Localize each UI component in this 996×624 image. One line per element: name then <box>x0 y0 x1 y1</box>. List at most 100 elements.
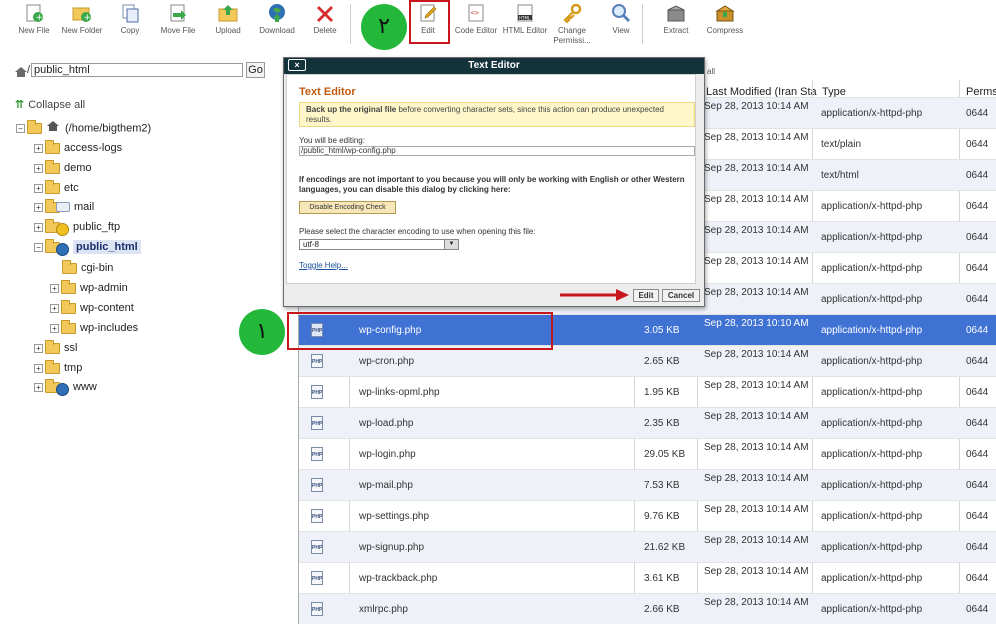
delete-icon <box>315 3 335 23</box>
expand-toggle-icon[interactable]: + <box>34 143 43 153</box>
tree-item-access-logs[interactable]: + access-logs <box>34 139 122 156</box>
size-cell: 21.62 KB <box>644 542 686 553</box>
type-cell: application/x-httpd-php <box>821 449 923 460</box>
new-folder-icon: + <box>72 3 92 23</box>
backup-warning: Back up the original file before convert… <box>299 102 695 127</box>
expand-toggle-icon[interactable]: + <box>34 363 43 373</box>
name-cell[interactable]: wp-settings.php <box>359 511 429 523</box>
tree-item-label: demo <box>64 162 92 174</box>
encoding-select[interactable]: utf-8 ▼ <box>299 239 459 250</box>
home-icon[interactable] <box>14 65 28 77</box>
php-file-icon: PHP <box>311 447 323 461</box>
name-cell[interactable]: wp-signup.php <box>359 542 424 554</box>
tree-item-cgi-bin[interactable]: cgi-bin <box>62 259 114 276</box>
cancel-button[interactable]: Cancel <box>662 289 700 302</box>
type-cell: application/x-httpd-php <box>821 201 923 212</box>
copy-icon <box>120 3 140 23</box>
code-editor-button[interactable]: <> Code Editor <box>448 3 504 36</box>
modified-cell: Sep 28, 2013 10:14 AM <box>704 225 809 236</box>
perms-cell: 0644 <box>966 511 989 522</box>
modified-cell: Sep 28, 2013 10:14 AM <box>704 473 809 484</box>
modified-cell: Sep 28, 2013 10:14 AM <box>704 194 809 205</box>
red-arrow-icon <box>560 288 630 302</box>
expand-toggle-icon[interactable]: + <box>34 202 43 212</box>
tree-item-wp-content[interactable]: + wp-content <box>50 299 134 316</box>
upload-button[interactable]: Upload <box>200 3 256 36</box>
tree-item-mail[interactable]: + mail <box>34 198 94 215</box>
tree-item-tmp[interactable]: + tmp <box>34 359 82 376</box>
html-editor-label: HTML Editor <box>502 26 548 35</box>
name-cell[interactable]: wp-links-opml.php <box>359 387 440 399</box>
table-row[interactable]: PHP wp-mail.php 7.53 KB Sep 28, 2013 10:14 … <box>299 469 996 500</box>
extract-button[interactable]: Extract <box>648 3 704 36</box>
ftp-badge-icon <box>56 222 69 236</box>
collapse-all-link[interactable]: ⇈ Collapse all <box>15 98 85 111</box>
collapse-toggle-icon[interactable]: − <box>16 124 25 133</box>
change-permissions-button[interactable]: Change Permissi... <box>544 3 600 46</box>
compress-button[interactable]: Compress <box>697 3 753 36</box>
tree-item-www[interactable]: + www <box>34 378 97 396</box>
directory-tree: ⇈ Collapse all − (/home/bigthem2) + access-… <box>0 88 296 624</box>
tree-item-public-html[interactable]: − public_html <box>34 238 141 256</box>
table-row[interactable]: PHP wp-signup.php 21.62 KB Sep 28, 2013 10:… <box>299 531 996 562</box>
expand-toggle-icon[interactable]: + <box>50 283 59 293</box>
dialog-body: Text Editor Back up the original file be… <box>286 74 696 284</box>
name-cell[interactable]: wp-mail.php <box>359 480 413 492</box>
move-file-icon <box>168 3 188 23</box>
size-cell: 1.95 KB <box>644 387 680 398</box>
expand-toggle-icon[interactable]: + <box>50 303 59 313</box>
dialog-heading: Text Editor <box>299 86 356 98</box>
table-row[interactable]: PHP wp-links-opml.php 1.95 KB Sep 28, 2013 … <box>299 376 996 407</box>
table-row[interactable]: PHP wp-settings.php 9.76 KB Sep 28, 2013 10… <box>299 500 996 531</box>
name-cell[interactable]: xmlrpc.php <box>359 604 408 616</box>
close-icon[interactable]: × <box>288 59 306 71</box>
table-row[interactable]: PHP wp-trackback.php 3.61 KB Sep 28, 2013 1… <box>299 562 996 593</box>
size-cell: 29.05 KB <box>644 449 686 460</box>
type-cell: application/x-httpd-php <box>821 263 923 274</box>
expand-toggle-icon[interactable]: + <box>34 163 43 173</box>
disable-encoding-check-button[interactable]: Disable Encoding Check <box>299 201 396 214</box>
type-cell: application/x-httpd-php <box>821 604 923 615</box>
tree-root-label: (/home/bigthem2) <box>65 122 152 135</box>
name-cell[interactable]: wp-login.php <box>359 449 416 461</box>
name-cell[interactable]: wp-load.php <box>359 418 413 430</box>
name-cell[interactable]: wp-trackback.php <box>359 573 437 585</box>
expand-toggle-icon[interactable]: + <box>34 222 43 232</box>
expand-toggle-icon[interactable]: + <box>34 382 43 392</box>
name-cell[interactable]: wp-cron.php <box>359 356 414 368</box>
path-input[interactable]: public_html <box>31 63 243 77</box>
folder-icon <box>61 279 76 294</box>
move-file-button[interactable]: Move File <box>150 3 206 36</box>
expand-toggle-icon[interactable]: + <box>34 343 43 353</box>
go-button[interactable]: Go <box>246 62 265 78</box>
table-row[interactable]: PHP wp-login.php 29.05 KB Sep 28, 2013 10:1… <box>299 438 996 469</box>
editing-label: You will be editing: <box>299 136 365 145</box>
delete-button[interactable]: Delete <box>297 3 353 36</box>
tree-item-label: cgi-bin <box>81 262 114 274</box>
extract-icon <box>666 3 686 23</box>
toggle-help-link[interactable]: Toggle Help... <box>299 261 348 270</box>
tree-item-wp-includes[interactable]: + wp-includes <box>50 319 138 336</box>
expand-toggle-icon[interactable]: + <box>34 183 43 193</box>
modified-cell: Sep 28, 2013 10:14 AM <box>704 535 809 546</box>
tree-item-etc[interactable]: + etc <box>34 179 79 196</box>
tree-item-ssl[interactable]: + ssl <box>34 339 77 356</box>
row-highlight-box <box>287 312 553 350</box>
view-button[interactable]: View <box>593 3 649 36</box>
tree-item-label-selected: public_html <box>73 240 141 254</box>
tree-item-demo[interactable]: + demo <box>34 159 92 176</box>
table-row[interactable]: PHP wp-load.php 2.35 KB Sep 28, 2013 10:14 … <box>299 407 996 438</box>
size-cell: 7.53 KB <box>644 480 680 491</box>
tree-item-wp-admin[interactable]: + wp-admin <box>50 279 128 296</box>
collapse-toggle-icon[interactable]: − <box>34 242 43 252</box>
tree-item-public-ftp[interactable]: + public_ftp <box>34 218 120 236</box>
edit-confirm-button[interactable]: Edit <box>633 289 659 302</box>
table-row[interactable]: PHP xmlrpc.php 2.66 KB Sep 28, 2013 10:14 A… <box>299 593 996 624</box>
svg-text:+: + <box>36 13 44 23</box>
tree-item-root[interactable]: − (/home/bigthem2) <box>16 120 151 136</box>
tree-item-label: www <box>73 381 97 393</box>
chevron-down-icon: ▼ <box>444 240 458 249</box>
folder-icon <box>61 319 76 334</box>
type-cell: application/x-httpd-php <box>821 573 923 584</box>
expand-toggle-icon[interactable]: + <box>50 323 59 333</box>
